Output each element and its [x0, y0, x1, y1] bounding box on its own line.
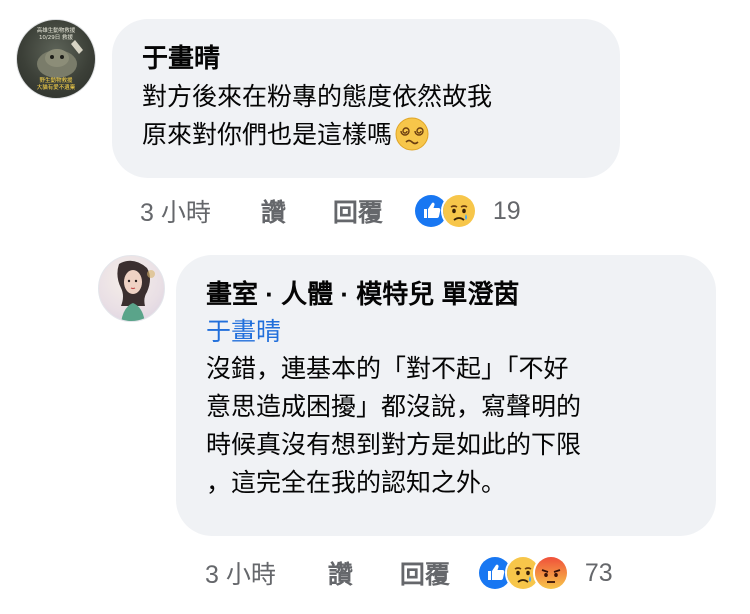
sad-reaction-icon [440, 193, 477, 229]
dizzy-face-emoji-icon [394, 116, 430, 152]
portrait-painting-icon [117, 260, 155, 321]
comment-actions: 3 小時 讚 回覆 19 [140, 193, 521, 229]
reply-avatar[interactable] [98, 255, 165, 322]
commenter-avatar[interactable]: 高雄生動物救援 10/29日 救援 野生動物救援 大貓有愛不遺棄 [16, 19, 96, 99]
reply-author[interactable]: 畫室 · 人體 · 模特兒 單澄茵 [206, 277, 716, 311]
reply-text-line: ，這完全在我的認知之外。 [206, 469, 507, 497]
comment-bubble: 于畫晴 對方後來在粉專的態度依然故我 原來對你們也是這樣嗎 [112, 19, 620, 178]
comment-text-line-with-emoji: 原來對你們也是這樣嗎 [142, 116, 620, 154]
reply-button[interactable]: 回覆 [333, 193, 383, 229]
reply-actions: 3 小時 讚 回覆 73 [205, 555, 613, 591]
angry-reaction-icon [532, 555, 569, 591]
avatar-caption-top: 高雄生動物救援 10/29日 救援 [36, 28, 76, 41]
comment-timestamp[interactable]: 3 小時 [140, 193, 211, 229]
reactions-summary[interactable]: 73 [476, 555, 613, 591]
reaction-count: 73 [584, 558, 613, 587]
reply-text-line: 時候真沒有想到對方是如此的下限 [206, 431, 582, 459]
mention-link[interactable]: 于畫晴 [206, 314, 716, 350]
reply-text-line: 沒錯，連基本的「對不起」「不好 [206, 355, 569, 383]
avatar-caption-bottom: 野生動物救援 大貓有愛不遺棄 [36, 78, 76, 91]
comment-text-line: 對方後來在粉專的態度依然故我 [142, 83, 493, 111]
reply-timestamp[interactable]: 3 小時 [205, 555, 276, 591]
reply-bubble: 畫室 · 人體 · 模特兒 單澄茵 于畫晴 沒錯，連基本的「對不起」「不好 意思… [176, 255, 716, 536]
like-button[interactable]: 讚 [261, 193, 286, 229]
reactions-summary[interactable]: 19 [412, 193, 521, 229]
reaction-count: 19 [492, 196, 521, 225]
reply-button[interactable]: 回覆 [400, 555, 450, 591]
comment-author[interactable]: 于畫晴 [142, 41, 620, 75]
like-button[interactable]: 讚 [328, 555, 353, 591]
comment-text-line: 原來對你們也是這樣嗎 [142, 121, 393, 149]
reply-text-line: 意思造成困擾」都沒說，寫聲明的 [206, 393, 582, 421]
